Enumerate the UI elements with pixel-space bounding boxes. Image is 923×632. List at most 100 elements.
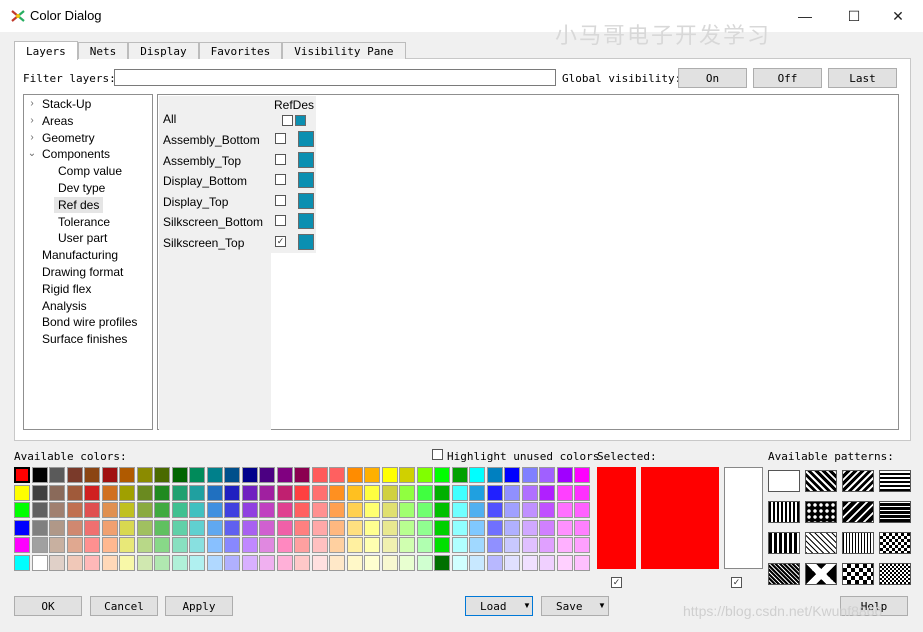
palette-color[interactable] [206, 554, 223, 571]
layer-color-swatch[interactable] [298, 131, 314, 147]
tab-layers[interactable]: Layers [14, 41, 78, 60]
palette-color[interactable] [434, 467, 450, 483]
palette-color[interactable] [486, 537, 503, 553]
tree-item[interactable]: Comp value [54, 163, 126, 179]
global-on-button[interactable]: On [678, 68, 747, 88]
fill-pattern-swatch[interactable] [842, 532, 874, 554]
palette-color[interactable] [416, 484, 433, 501]
palette-color[interactable] [521, 519, 538, 536]
palette-color[interactable] [189, 537, 205, 553]
palette-color[interactable] [154, 502, 170, 518]
palette-color[interactable] [14, 502, 30, 518]
tree-item[interactable]: Stack-Up [38, 96, 95, 112]
tree-item[interactable]: Geometry [38, 130, 99, 146]
all-visibility-checkbox[interactable] [282, 115, 293, 126]
palette-color[interactable] [14, 484, 30, 501]
palette-color[interactable] [399, 484, 415, 501]
palette-color[interactable] [189, 519, 205, 536]
palette-color[interactable] [101, 537, 118, 553]
fill-pattern-swatch[interactable] [768, 563, 800, 585]
save-dropdown-icon[interactable]: ▼ [598, 601, 606, 610]
layer-color-swatch[interactable] [298, 172, 314, 189]
palette-color[interactable] [171, 484, 188, 501]
palette-color[interactable] [364, 502, 380, 518]
layer-visibility-checkbox[interactable] [275, 215, 286, 227]
palette-color[interactable] [346, 467, 363, 483]
palette-color[interactable] [259, 537, 275, 553]
palette-color[interactable] [136, 537, 153, 553]
palette-color[interactable] [346, 502, 363, 518]
fill-pattern-swatch[interactable] [842, 501, 874, 523]
tree-item[interactable]: Tolerance [54, 214, 114, 230]
global-off-button[interactable]: Off [753, 68, 822, 88]
palette-color[interactable] [364, 519, 380, 536]
palette-color[interactable] [294, 502, 310, 518]
palette-color[interactable] [294, 537, 310, 553]
tree-item[interactable]: Rigid flex [38, 281, 95, 297]
palette-color[interactable] [206, 502, 223, 518]
palette-color[interactable] [49, 519, 65, 536]
load-dropdown-icon[interactable]: ▼ [523, 601, 531, 610]
apply-button[interactable]: Apply [165, 596, 233, 616]
fill-pattern-swatch[interactable] [768, 470, 800, 492]
palette-color[interactable] [136, 467, 153, 483]
palette-color[interactable] [171, 554, 188, 571]
palette-color[interactable] [486, 502, 503, 518]
palette-color[interactable] [346, 484, 363, 501]
palette-color[interactable] [66, 484, 83, 501]
palette-color[interactable] [416, 467, 433, 483]
palette-color[interactable] [329, 467, 345, 483]
palette-color[interactable] [66, 537, 83, 553]
palette-color[interactable] [539, 467, 555, 483]
palette-color[interactable] [119, 502, 135, 518]
selected-primary-checkbox[interactable]: ✓ [611, 577, 622, 588]
palette-color[interactable] [84, 484, 100, 501]
palette-color[interactable] [66, 467, 83, 483]
palette-color[interactable] [451, 502, 468, 518]
palette-color[interactable] [101, 467, 118, 483]
palette-color[interactable] [574, 467, 590, 483]
cancel-button[interactable]: Cancel [90, 596, 158, 616]
palette-color[interactable] [136, 484, 153, 501]
layer-visibility-checkbox[interactable] [275, 133, 286, 144]
global-last-button[interactable]: Last [828, 68, 897, 88]
palette-color[interactable] [294, 519, 310, 536]
palette-color[interactable] [504, 554, 520, 571]
palette-color[interactable] [504, 467, 520, 483]
layer-visibility-checkbox[interactable] [275, 194, 286, 206]
tree-expander-icon[interactable]: › [27, 96, 37, 112]
layer-visibility-checkbox[interactable] [275, 174, 286, 186]
palette-color[interactable] [539, 484, 555, 501]
palette-color[interactable] [259, 484, 275, 501]
tab-visibility-pane[interactable]: Visibility Pane [282, 42, 406, 59]
palette-color[interactable] [381, 554, 398, 571]
palette-color[interactable] [259, 519, 275, 536]
layer-color-swatch[interactable] [298, 234, 314, 250]
palette-color[interactable] [469, 484, 485, 501]
fill-pattern-swatch[interactable] [805, 532, 837, 554]
palette-color[interactable] [136, 519, 153, 536]
palette-color[interactable] [451, 519, 468, 536]
palette-color[interactable] [381, 502, 398, 518]
palette-color[interactable] [49, 484, 65, 501]
palette-color[interactable] [346, 554, 363, 571]
title-bar[interactable]: Color Dialog 小马哥电子开发学习 — ☐ ✕ [0, 0, 923, 48]
tree-item[interactable]: Manufacturing [38, 247, 122, 263]
palette-color[interactable] [486, 554, 503, 571]
layer-color-swatch[interactable] [298, 192, 314, 209]
layer-visibility-checkbox[interactable] [275, 153, 286, 165]
palette-color[interactable] [486, 519, 503, 536]
palette-color[interactable] [241, 537, 258, 553]
fill-pattern-swatch[interactable] [805, 563, 837, 585]
palette-color[interactable] [556, 554, 573, 571]
palette-color[interactable] [154, 519, 170, 536]
palette-color[interactable] [399, 537, 415, 553]
fill-pattern-swatch[interactable] [805, 501, 837, 523]
palette-color[interactable] [311, 554, 328, 571]
palette-color[interactable] [14, 537, 30, 553]
palette-color[interactable] [434, 537, 450, 553]
palette-color[interactable] [364, 554, 380, 571]
palette-color[interactable] [469, 554, 485, 571]
palette-color[interactable] [276, 467, 293, 483]
close-button[interactable]: ✕ [881, 4, 915, 28]
